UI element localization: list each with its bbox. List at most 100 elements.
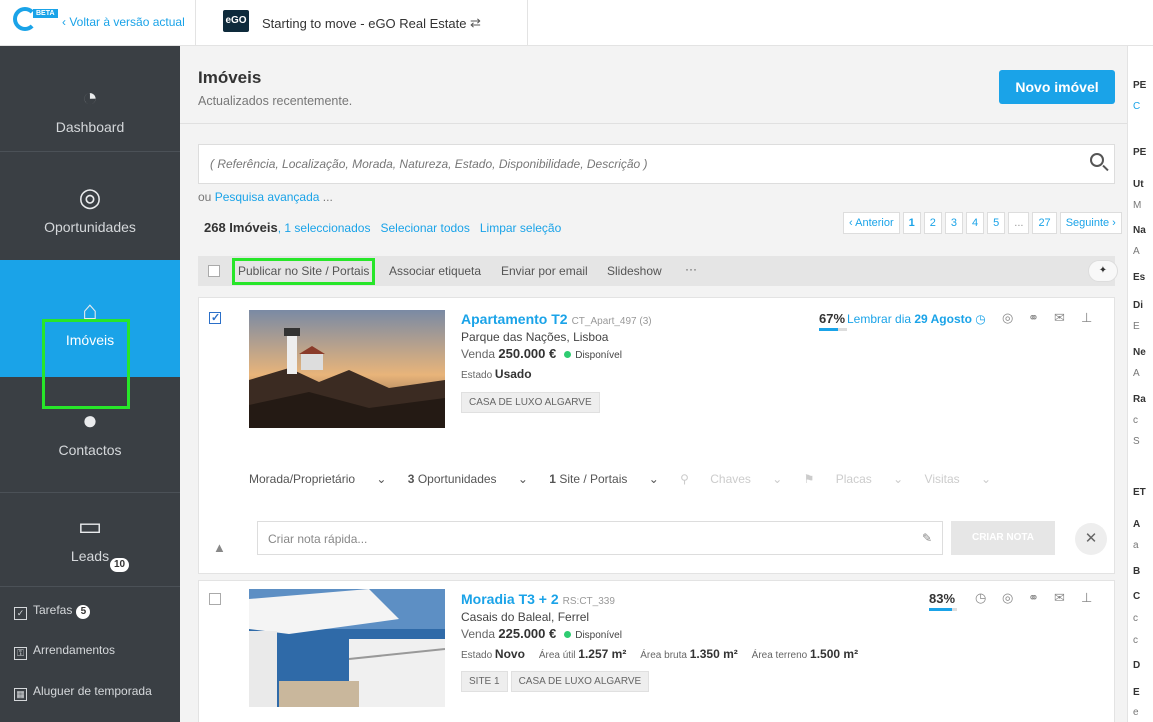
- property-tags: SITE 1 CASA DE LUXO ALGARVE: [461, 671, 652, 692]
- pagination-page[interactable]: 1: [902, 212, 921, 234]
- pin-toggle[interactable]: ✦: [1088, 260, 1118, 282]
- property-title-text[interactable]: Apartamento T2: [461, 311, 568, 327]
- property-tags: CASA DE LUXO ALGARVE: [461, 392, 603, 413]
- associate-tag-button[interactable]: Associar etiqueta: [389, 264, 481, 278]
- email-icon[interactable]: ✉: [1054, 310, 1065, 326]
- sidebar-item-label: Oportunidades: [44, 219, 136, 235]
- new-property-button[interactable]: Novo imóvel: [999, 70, 1115, 104]
- reminder-link[interactable]: Lembrar dia 29 Agosto ◷: [847, 312, 986, 326]
- opportunities-dropdown[interactable]: 3 Oportunidades ⌄: [408, 472, 528, 486]
- clock-icon[interactable]: ◷: [975, 590, 986, 606]
- switch-agency-icon[interactable]: ⇄: [470, 15, 481, 31]
- property-availability: Disponível: [575, 350, 622, 361]
- area-terreno-value: 1.500 m²: [810, 647, 859, 661]
- share-icon[interactable]: ⚭: [1028, 590, 1039, 606]
- sidebar-item-contactos[interactable]: ● Contactos: [0, 377, 180, 492]
- sidebar-item-label: Contactos: [58, 442, 122, 458]
- agency-logo: eGO: [223, 10, 249, 32]
- sidebar-link-tarefas[interactable]: ✓ Tarefas 5: [14, 603, 91, 620]
- boards-dropdown[interactable]: ⚑ Placas ⌄: [804, 472, 904, 486]
- filter-value[interactable]: A: [1133, 368, 1140, 379]
- target-icon[interactable]: ◎: [1002, 310, 1013, 326]
- sidebar-item-oportunidades[interactable]: ◎ Oportunidades: [0, 152, 180, 260]
- back-to-current-version-link[interactable]: ‹ Voltar à versão actual: [62, 15, 185, 29]
- sidebar-link-arrendamentos[interactable]: ⚿ Arrendamentos: [14, 643, 115, 660]
- filter-heading: ET: [1133, 487, 1146, 498]
- property-tag[interactable]: CASA DE LUXO ALGARVE: [510, 671, 650, 692]
- clear-selection-link[interactable]: Limpar seleção: [480, 221, 561, 235]
- select-all-checkbox[interactable]: [208, 265, 220, 277]
- email-icon[interactable]: ✉: [1054, 590, 1065, 606]
- search-input[interactable]: ( Referência, Localização, Morada, Natur…: [198, 144, 1115, 184]
- filter-value[interactable]: c: [1133, 415, 1138, 426]
- share-icon[interactable]: ⚭: [1028, 310, 1039, 326]
- property-title[interactable]: Moradia T3 + 2 RS:CT_339: [461, 591, 615, 607]
- advanced-search-link[interactable]: Pesquisa avançada: [215, 190, 320, 204]
- filter-value[interactable]: M: [1133, 200, 1141, 211]
- filter-value[interactable]: e: [1133, 707, 1139, 718]
- owner-dropdown[interactable]: Morada/Proprietário ⌄: [249, 472, 386, 486]
- filter-link[interactable]: C: [1133, 101, 1140, 112]
- property-availability: Disponível: [575, 630, 622, 641]
- quick-note-input[interactable]: Criar nota rápida... ✎: [257, 521, 943, 555]
- clock-icon: ◷: [975, 312, 986, 326]
- pagination-next[interactable]: Seguinte ›: [1059, 212, 1122, 234]
- filter-label: Di: [1133, 300, 1143, 311]
- selected-count-link[interactable]: 1 seleccionados: [284, 221, 370, 235]
- property-title[interactable]: Apartamento T2 CT_Apart_497 (3): [461, 311, 652, 327]
- more-actions-button[interactable]: ···: [685, 262, 697, 276]
- filter-label: Ra: [1133, 394, 1146, 405]
- property-photo[interactable]: [249, 589, 445, 707]
- sidebar-link-aluguer-temporada[interactable]: ▦ Aluguer de temporada: [14, 684, 152, 701]
- select-all-link[interactable]: Selecionar todos: [380, 221, 469, 235]
- property-title-text[interactable]: Moradia T3 + 2: [461, 591, 559, 607]
- sidebar-item-leads[interactable]: ▭ Leads: [0, 493, 180, 569]
- pin-icon[interactable]: ⊥: [1081, 310, 1092, 326]
- pagination-page[interactable]: 2: [923, 212, 942, 234]
- filter-value[interactable]: A: [1133, 246, 1140, 257]
- pagination-page[interactable]: 5: [987, 212, 1006, 234]
- filter-value[interactable]: c: [1133, 613, 1138, 624]
- search-icon[interactable]: [1090, 153, 1104, 167]
- filter-label: B: [1133, 566, 1141, 577]
- filter-value[interactable]: S: [1133, 436, 1140, 447]
- close-icon[interactable]: ✕: [1075, 523, 1107, 555]
- filter-value[interactable]: c: [1133, 635, 1138, 646]
- area-bruta-label: Área bruta: [640, 650, 687, 661]
- pagination-prev[interactable]: ‹ Anterior: [843, 212, 900, 234]
- property-tag[interactable]: SITE 1: [461, 671, 508, 692]
- calendar-icon: ▦: [14, 688, 27, 701]
- keys-dropdown[interactable]: ⚲ Chaves ⌄: [680, 472, 782, 486]
- opps-label: Oportunidades: [417, 472, 497, 486]
- pagination-page[interactable]: 3: [944, 212, 964, 234]
- filter-value[interactable]: a: [1133, 540, 1139, 551]
- sites-dropdown[interactable]: 1 Site / Portais ⌄: [549, 472, 658, 486]
- property-tag[interactable]: CASA DE LUXO ALGARVE: [461, 392, 600, 413]
- create-note-button[interactable]: CRIAR NOTA: [951, 521, 1055, 555]
- visits-label: Visitas: [924, 472, 960, 486]
- slideshow-button[interactable]: Slideshow: [607, 264, 662, 278]
- sidebar-link-label: Arrendamentos: [33, 643, 116, 657]
- availability-dot-icon: [564, 631, 572, 638]
- send-email-button[interactable]: Enviar por email: [501, 264, 588, 278]
- pagination-page[interactable]: 4: [966, 212, 985, 234]
- filter-value[interactable]: E: [1133, 321, 1140, 332]
- speedometer-icon: ◔: [82, 82, 98, 112]
- property-checkbox[interactable]: [209, 311, 221, 324]
- pagination-page[interactable]: 27: [1032, 212, 1057, 234]
- graduation-cap-icon[interactable]: ▲: [213, 540, 226, 555]
- reminder-label: Lembrar dia: [847, 312, 912, 326]
- completion-percent: 67%: [819, 311, 846, 326]
- sidebar-link-label: Aluguer de temporada: [33, 684, 152, 698]
- pin-icon[interactable]: ⊥: [1081, 590, 1092, 606]
- sidebar-item-dashboard[interactable]: ◔ Dashboard: [0, 66, 180, 161]
- owner-label: Morada/Proprietário: [249, 472, 356, 486]
- filters-panel: PE C PE Ut M Na A Es Di E Ne A Ra c S ET…: [1127, 46, 1153, 722]
- property-checkbox[interactable]: [209, 593, 221, 605]
- visits-dropdown[interactable]: Visitas ⌄: [925, 472, 992, 486]
- agency-name[interactable]: Starting to move - eGO Real Estate: [262, 16, 466, 31]
- target-icon: ◎: [78, 182, 102, 212]
- property-photo[interactable]: [249, 310, 445, 428]
- target-icon[interactable]: ◎: [1002, 590, 1013, 606]
- property-price-row: Venda 250.000 € Disponível: [461, 346, 622, 361]
